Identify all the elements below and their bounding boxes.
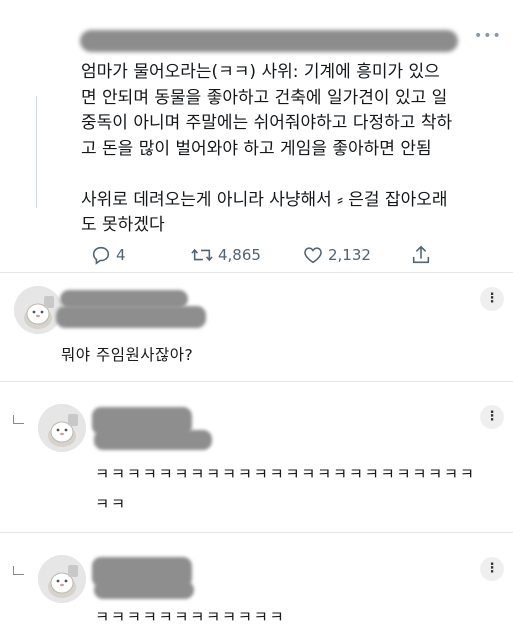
heart-icon xyxy=(304,247,322,264)
share-button[interactable] xyxy=(410,244,432,266)
like-count: 2,132 xyxy=(328,246,371,264)
avatar[interactable] xyxy=(38,404,86,452)
hamster-avatar-icon xyxy=(38,404,86,452)
comment-text: ㅋㅋㅋㅋㅋㅋㅋㅋㅋㅋㅋㅋ xyxy=(95,608,286,626)
retweet-button[interactable]: 4,865 xyxy=(190,244,261,266)
hamster-avatar-icon xyxy=(14,286,62,334)
comment-text: 뭐야 주임원사잖아? xyxy=(61,346,194,364)
author-name-redacted xyxy=(80,30,458,52)
commenter-meta-redacted xyxy=(56,306,206,328)
like-button[interactable]: 2,132 xyxy=(302,244,371,266)
divider xyxy=(0,272,513,273)
tweet-text: 엄마가 물어오라는(ㅋㅋ) 사위: 기계에 흥미가 있으 면 안되며 동물을 좋… xyxy=(81,62,453,235)
avatar[interactable] xyxy=(38,555,86,603)
share-icon xyxy=(412,245,430,264)
retweet-count: 4,865 xyxy=(218,246,261,264)
tweet-actions: 4 4,865 2,132 xyxy=(90,244,440,274)
comment-more-button[interactable]: ⋮ xyxy=(480,405,504,429)
divider xyxy=(0,381,513,382)
divider xyxy=(0,532,513,533)
comment-text: ㅋㅋㅋㅋㅋㅋㅋㅋㅋㅋㅋㅋㅋㅋㅋㅋㅋㅋㅋㅋㅋㅋㅋㅋ ㅋㅋ xyxy=(95,465,476,513)
reply-indicator-icon xyxy=(13,566,24,575)
commenter-meta-redacted xyxy=(94,581,194,599)
reply-icon xyxy=(92,246,110,265)
thread-line xyxy=(36,96,37,208)
avatar[interactable] xyxy=(14,286,62,334)
tweet-card: ••• 엄마가 물어오라는(ㅋㅋ) 사위: 기계에 흥미가 있으 면 안되며 동… xyxy=(0,0,513,272)
comment-more-button[interactable]: ⋮ xyxy=(480,557,504,581)
reply-count: 4 xyxy=(116,246,126,264)
retweet-icon xyxy=(191,248,213,262)
tweet-more-button[interactable]: ••• xyxy=(474,28,502,44)
reply-indicator-icon xyxy=(13,415,24,424)
comment-more-button[interactable]: ⋮ xyxy=(480,287,504,311)
reply-button[interactable]: 4 xyxy=(90,244,126,266)
hamster-avatar-icon xyxy=(38,555,86,603)
commenter-meta-redacted xyxy=(94,430,212,450)
